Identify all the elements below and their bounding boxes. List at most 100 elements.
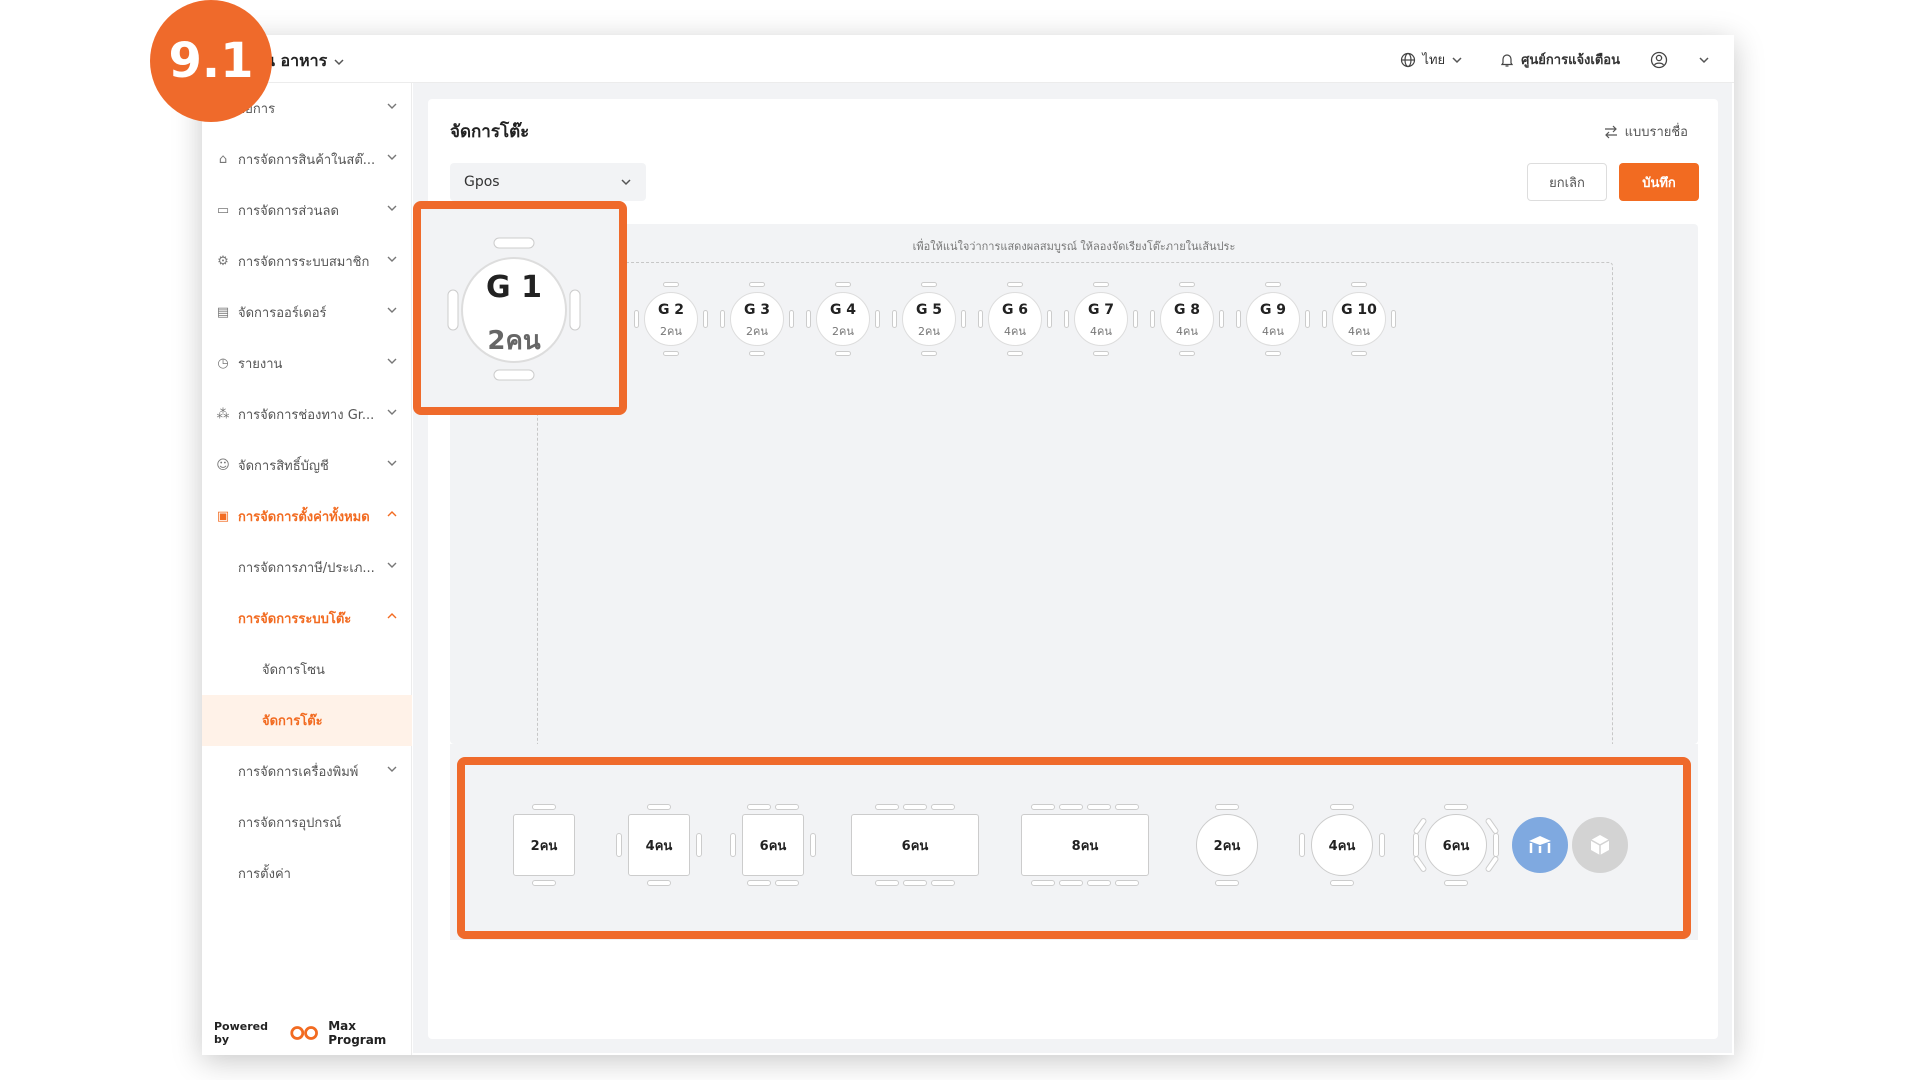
table-capacity: 2คน <box>746 325 768 338</box>
sidebar-item-discount[interactable]: ▭ การจัดการส่วนลด <box>202 185 412 236</box>
table-name: G 2 <box>657 302 685 318</box>
chevron-down-icon <box>387 766 397 772</box>
sidebar-item-label: การตั้งค่า <box>238 867 291 882</box>
chevron-up-icon <box>387 511 397 517</box>
sidebar-item-permissions[interactable]: ☺ จัดการสิทธิ์บัญชี <box>202 440 412 491</box>
sidebar: ายการ ⌂ การจัดการสินค้าในสต๊... ▭ การจัด… <box>202 83 412 1055</box>
list-view-toggle[interactable]: แบบรายชื่อ <box>1603 121 1688 142</box>
table-capacity: 4คน <box>1004 325 1026 338</box>
table-g2[interactable]: G 2 2คน <box>634 282 708 356</box>
channels-icon: ⁂ <box>216 407 230 422</box>
chair <box>921 351 937 356</box>
settings-icon: ▣ <box>216 509 230 524</box>
zone-select[interactable]: Gpos <box>450 163 646 201</box>
user-circle-icon <box>1650 51 1668 68</box>
table-g5[interactable]: G 5 2คน <box>892 282 966 356</box>
chair <box>921 282 937 287</box>
chair <box>749 351 765 356</box>
notification-label: ศูนย์การแจ้งเตือน <box>1521 53 1620 68</box>
chevron-down-icon <box>387 562 397 568</box>
chair <box>1179 282 1195 287</box>
table-g6[interactable]: G 6 4คน <box>978 282 1052 356</box>
chevron-down-icon <box>387 460 397 466</box>
table-capacity: 2คน <box>660 325 682 338</box>
cancel-button[interactable]: ยกเลิก <box>1527 163 1607 201</box>
highlight-palette <box>457 757 1691 939</box>
table-g7[interactable]: G 7 4คน <box>1064 282 1138 356</box>
clock-icon: ◷ <box>217 356 229 371</box>
top-bar: น อาหาร ไทย ศูนย์การแจ้งเตือน <box>202 35 1734 83</box>
top-right-controls: ไทย ศูนย์การแจ้งเตือน <box>1400 49 1710 70</box>
notification-center[interactable]: ศูนย์การแจ้งเตือน <box>1499 49 1620 70</box>
table-name: G 8 <box>1173 302 1201 318</box>
ticket-icon: ▭ <box>216 203 230 218</box>
sidebar-item-tables[interactable]: จัดการโต๊ะ <box>202 695 412 746</box>
table-name: G 3 <box>743 302 771 318</box>
zone-select-value: Gpos <box>464 174 500 190</box>
layout-hint: เพื่อให้แน่ใจว่าการแสดงผลสมบูรณ์ ให้ลองจ… <box>912 240 1236 253</box>
table-g10[interactable]: G 10 4คน <box>1322 282 1396 356</box>
table-g8[interactable]: G 8 4คน <box>1150 282 1224 356</box>
table-capacity: 4คน <box>1090 325 1112 338</box>
table-name: G 10 <box>1341 302 1377 318</box>
warehouse-icon: ⌂ <box>218 152 228 167</box>
table-g4[interactable]: G 4 2คน <box>806 282 880 356</box>
chair <box>1265 351 1281 356</box>
store-name: น อาหาร <box>264 51 328 70</box>
table-name: G 5 <box>915 302 943 318</box>
chevron-down-icon <box>387 409 397 415</box>
sidebar-item-table-system[interactable]: การจัดการระบบโต๊ะ <box>202 593 412 644</box>
swap-icon <box>1604 125 1617 138</box>
chair <box>1179 351 1195 356</box>
powered-by-label: Powered by <box>214 1020 269 1046</box>
chair <box>1351 282 1367 287</box>
chevron-down-icon <box>387 307 397 313</box>
step-badge: 9.1 <box>150 0 272 122</box>
sidebar-item-membership[interactable]: ⚙ การจัดการระบบสมาชิก <box>202 236 412 287</box>
chair <box>749 282 765 287</box>
chevron-down-icon <box>387 358 397 364</box>
globe-icon <box>1401 52 1416 67</box>
page-title: จัดการโต๊ะ <box>450 122 530 142</box>
chair <box>1351 351 1367 356</box>
chair <box>835 351 851 356</box>
sidebar-item-tax[interactable]: การจัดการภาษี/ประเภ... <box>202 542 412 593</box>
table-g9[interactable]: G 9 4คน <box>1236 282 1310 356</box>
chair <box>1093 351 1109 356</box>
sidebar-item-orders[interactable]: ▤ จัดการออร์เดอร์ <box>202 287 412 338</box>
table-capacity: 2คน <box>832 325 854 338</box>
sidebar-item-label: จัดการโซน <box>262 663 325 678</box>
table-capacity: 4คน <box>1176 325 1198 338</box>
table-name: G 4 <box>829 302 857 318</box>
chevron-down-icon <box>387 205 397 211</box>
sidebar-item-general-settings[interactable]: การตั้งค่า <box>202 848 412 899</box>
sidebar-item-reports[interactable]: ◷ รายงาน <box>202 338 412 389</box>
sidebar-item-settings[interactable]: ▣ การจัดการตั้งค่าทั้งหมด <box>202 491 412 542</box>
max-program-logo-icon <box>290 1026 318 1040</box>
powered-by: Powered by Max Program <box>214 1019 411 1047</box>
table-name: G 6 <box>1001 302 1029 318</box>
chair <box>663 282 679 287</box>
account-menu[interactable] <box>1650 51 1710 69</box>
chair <box>1007 351 1023 356</box>
store-selector[interactable]: น อาหาร <box>264 49 345 74</box>
language-selector[interactable]: ไทย <box>1400 49 1463 70</box>
sidebar-item-zones[interactable]: จัดการโซน <box>202 644 412 695</box>
chevron-down-icon <box>1452 56 1462 63</box>
chevron-down-icon <box>387 103 397 109</box>
sidebar-item-printers[interactable]: การจัดการเครื่องพิมพ์ <box>202 746 412 797</box>
table-capacity: 2คน <box>918 325 940 338</box>
sidebar-item-devices[interactable]: การจัดการอุปกรณ์ <box>202 797 412 848</box>
chevron-down-icon <box>621 179 631 186</box>
sidebar-item-stock[interactable]: ⌂ การจัดการสินค้าในสต๊... <box>202 134 412 185</box>
save-button[interactable]: บันทึก <box>1619 163 1699 201</box>
chair <box>835 282 851 287</box>
table-g3[interactable]: G 3 2คน <box>720 282 794 356</box>
logo-text: Max Program <box>328 1019 387 1047</box>
users-icon: ☺ <box>216 458 230 473</box>
stage: { "tutorial": { "step": "9.1" }, "topbar… <box>0 0 1920 1080</box>
table-name: G 9 <box>1259 302 1287 318</box>
sidebar-item-channels[interactable]: ⁂ การจัดการช่องทาง Gr... <box>202 389 412 440</box>
chevron-up-icon <box>387 613 397 619</box>
language-label: ไทย <box>1422 53 1446 68</box>
